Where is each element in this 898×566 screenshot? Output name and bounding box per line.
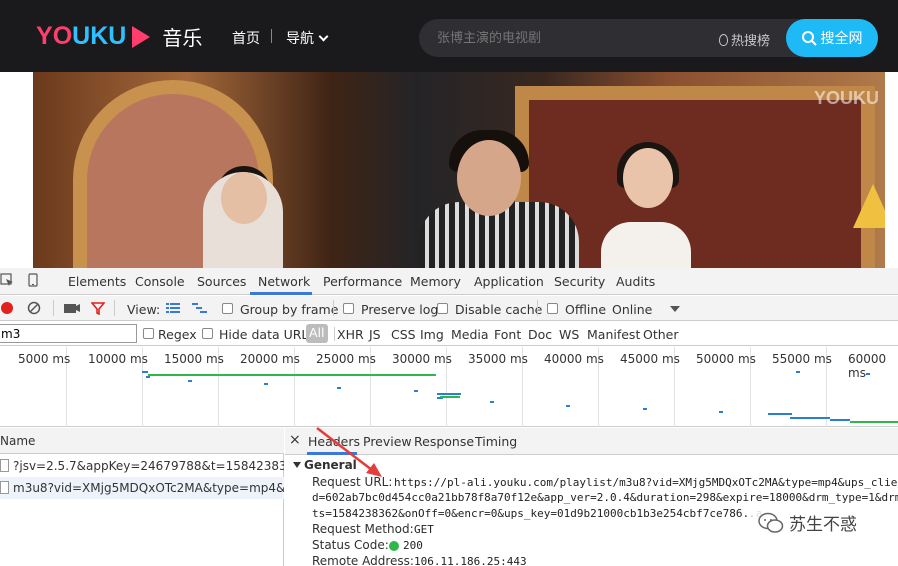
account-watermark: 苏生不惑	[752, 508, 863, 537]
wechat-logo-icon	[758, 512, 784, 533]
account-name: 苏生不惑	[789, 515, 857, 535]
annotation-arrow	[316, 427, 382, 477]
screenshot-root: YOUKU 音乐 首页 导航 热搜榜 搜全网 YOUKU	[0, 0, 898, 566]
